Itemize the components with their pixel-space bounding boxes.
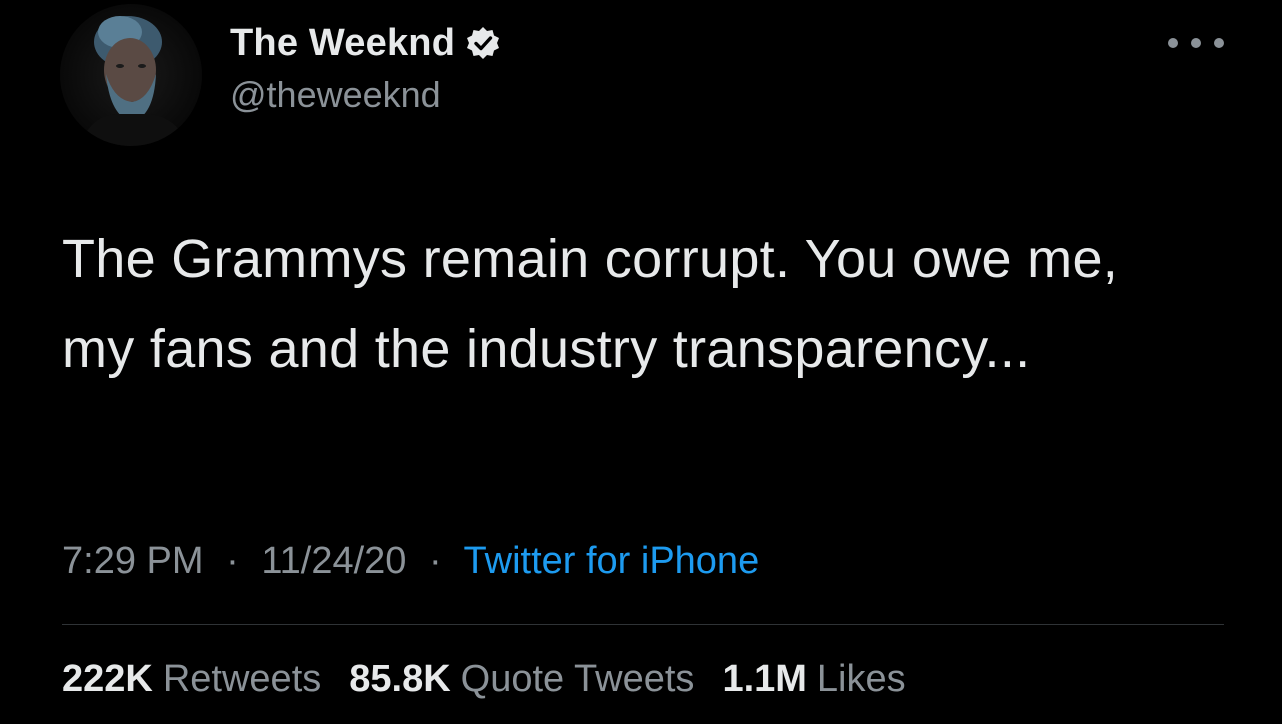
retweets-label: Retweets [162, 658, 322, 700]
tweet-time[interactable]: 7:29 PM [62, 540, 204, 582]
likes-label: Likes [816, 658, 906, 700]
more-dot-icon [1191, 38, 1201, 48]
more-dot-icon [1168, 38, 1178, 48]
verified-badge-icon [465, 25, 501, 61]
meta-separator: · [226, 540, 239, 582]
quote-tweets-count: 85.8K [349, 658, 451, 700]
tweet-date[interactable]: 11/24/20 [261, 540, 406, 582]
retweets-count: 222K [62, 658, 153, 700]
avatar[interactable] [60, 4, 202, 146]
tweet-text: The Grammys remain corrupt. You owe me, … [62, 229, 1119, 379]
display-name[interactable]: The Weeknd [230, 22, 455, 65]
likes-count: 1.1M [722, 658, 807, 700]
name-row: The Weeknd [230, 20, 501, 66]
tweet-meta: 7:29 PM · 11/24/20 · Twitter for iPhone [62, 540, 759, 583]
user-handle[interactable]: @theweeknd [230, 74, 441, 116]
tweet-stats: 222K Retweets 85.8K Quote Tweets 1.1M Likes [62, 658, 906, 701]
meta-separator: · [428, 540, 442, 582]
quote-tweets-label: Quote Tweets [460, 658, 695, 700]
divider [62, 624, 1224, 625]
tweet-detail: The Weeknd @theweeknd The Grammys remain… [0, 0, 1282, 724]
tweet-source-link[interactable]: Twitter for iPhone [464, 540, 760, 582]
quote-tweets-stat[interactable]: 85.8K Quote Tweets [349, 658, 694, 701]
retweets-stat[interactable]: 222K Retweets [62, 658, 321, 701]
more-dot-icon [1214, 38, 1224, 48]
likes-stat[interactable]: 1.1M Likes [722, 658, 905, 701]
more-options-icon[interactable] [1168, 30, 1224, 56]
